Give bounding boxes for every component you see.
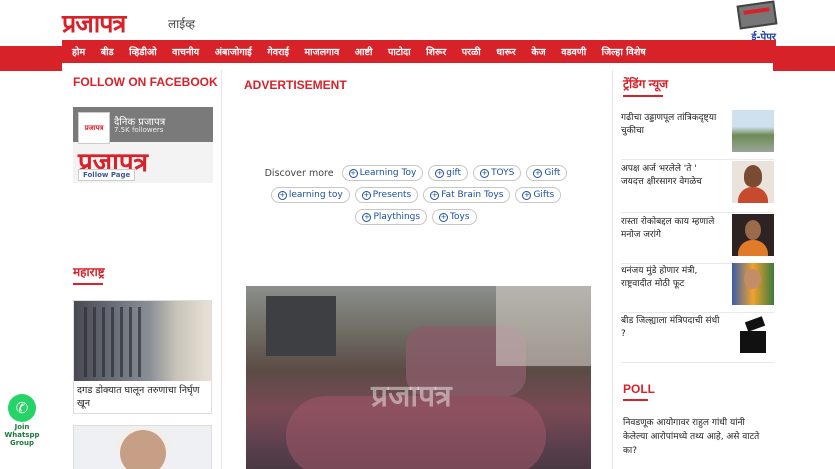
discover-chip[interactable]: + Learning Toy bbox=[341, 165, 424, 181]
plus-icon: + bbox=[430, 191, 440, 200]
nav-band-right bbox=[773, 46, 835, 71]
nav-item-home[interactable]: होम bbox=[72, 45, 85, 58]
nav-item-kej[interactable]: केज bbox=[531, 45, 545, 58]
left-column: FOLLOW ON FACEBOOK प्रजापत्र दैनिक प्रजा… bbox=[62, 70, 222, 469]
plus-icon: + bbox=[533, 169, 543, 178]
trending-headline[interactable]: गढीचा उड्डाणपूल तांत्रिकदृष्ट्या चुकीचा bbox=[621, 112, 721, 137]
trending-thumbnail[interactable] bbox=[732, 110, 774, 152]
poll-question: निवडणूक आयोगावर राहुल गांधी यांनी केलेल्… bbox=[623, 418, 760, 456]
trending-item[interactable]: धनंजय मुंडे होणार मंत्री, राष्ट्रवादीत म… bbox=[621, 263, 774, 313]
nav-item-georai[interactable]: गेवराई bbox=[267, 45, 289, 58]
plus-icon: + bbox=[435, 169, 445, 178]
discover-chip[interactable]: + gift bbox=[428, 165, 469, 181]
news-thumbnail-face bbox=[120, 430, 166, 469]
nav-item-ashti[interactable]: आष्टी bbox=[355, 45, 373, 58]
whatsapp-label[interactable]: Join Whatspp Group bbox=[4, 423, 40, 447]
plus-icon: + bbox=[362, 213, 372, 222]
advertisement-title: ADVERTISEMENT bbox=[244, 78, 347, 92]
plus-icon: + bbox=[522, 191, 532, 200]
middle-column: ADVERTISEMENT Discover more + Learning To… bbox=[226, 70, 606, 469]
photo-watermark: प्रजापत्र bbox=[371, 379, 452, 414]
nav-item-patoda[interactable]: पाटोदा bbox=[388, 45, 411, 58]
discover-chip[interactable]: + Playthings bbox=[355, 209, 428, 225]
nav-band-left bbox=[0, 46, 62, 71]
nav-item-beed[interactable]: बीड bbox=[101, 45, 114, 58]
nav-item-majalgaon[interactable]: माजलगाव bbox=[305, 45, 340, 58]
fb-follow-button[interactable]: Follow Page bbox=[78, 169, 136, 181]
plus-icon: + bbox=[361, 191, 371, 200]
discover-chip[interactable]: + Toys bbox=[432, 209, 477, 225]
facebook-section-title: FOLLOW ON FACEBOOK bbox=[73, 75, 218, 89]
nav-item-district-special[interactable]: जिल्हा विशेष bbox=[602, 45, 646, 58]
trending-headline[interactable]: अपक्ष अर्ज भरलेले 'ते ' जयदत्त क्षीरसागर… bbox=[621, 163, 721, 188]
discover-chip[interactable]: + Fat Brain Toys bbox=[423, 187, 511, 203]
header: प्रजापत्र लाईव्ह ई-पेपर bbox=[62, 0, 778, 43]
discover-label: Discover more bbox=[264, 167, 334, 179]
discover-chip[interactable]: + Gifts bbox=[515, 187, 562, 203]
trending-item[interactable]: रास्ता रोकोबद्दल काय म्हणाले मनोज जरांगे bbox=[621, 214, 774, 264]
page: प्रजापत्र लाईव्ह ई-पेपर होम बीड व्हिडीओ … bbox=[0, 0, 835, 469]
plus-icon: + bbox=[480, 169, 490, 178]
logo-subtitle: लाईव्ह bbox=[168, 17, 195, 31]
poll-section-title: POLL bbox=[623, 382, 655, 401]
nav-item-shirur[interactable]: शिरूर bbox=[426, 45, 446, 58]
plus-icon: + bbox=[348, 169, 358, 178]
plus-icon: + bbox=[439, 213, 449, 222]
trending-thumbnail[interactable] bbox=[732, 313, 774, 355]
trending-section-title: ट्रेंडिंग न्यूज bbox=[623, 75, 668, 97]
nav-item-ambajogai[interactable]: अंबाजोगाई bbox=[215, 45, 252, 58]
nav-item-readable[interactable]: वाचनीय bbox=[172, 45, 199, 58]
nav-item-parli[interactable]: परळी bbox=[462, 45, 481, 58]
news-headline[interactable]: दगड डोक्यात घालून तरुणाचा निर्घृण खून bbox=[74, 381, 211, 413]
trending-item[interactable]: गढीचा उड्डाणपूल तांत्रिकदृष्ट्या चुकीचा bbox=[621, 110, 774, 160]
discover-more-box: Discover more + Learning Toy + gift + TOYS … bbox=[236, 165, 596, 225]
discover-chip[interactable]: + TOYS bbox=[473, 165, 522, 181]
facebook-page-widget[interactable]: प्रजापत्र दैनिक प्रजापत्र 7.5K followers… bbox=[73, 107, 213, 183]
maharashtra-section-title[interactable]: महाराष्ट्र bbox=[73, 263, 105, 285]
trending-headline[interactable]: रास्ता रोकोबद्दल काय म्हणाले मनोज जरांगे bbox=[621, 216, 721, 241]
trending-item[interactable]: अपक्ष अर्ज भरलेले 'ते ' जयदत्त क्षीरसागर… bbox=[621, 161, 774, 213]
trending-thumbnail[interactable] bbox=[732, 161, 774, 203]
right-column: ट्रेंडिंग न्यूज गढीचा उड्डाणपूल तांत्रिक… bbox=[612, 70, 775, 469]
trending-item[interactable]: बीड जिल्ह्याला मंत्रिपदाची संधी ? bbox=[621, 313, 774, 363]
lead-news-photo[interactable]: प्रजापत्र bbox=[246, 286, 591, 469]
maharashtra-news-card-2[interactable] bbox=[73, 425, 212, 469]
main-nav: होम बीड व्हिडीओ वाचनीय अंबाजोगाई गेवराई … bbox=[62, 40, 776, 63]
epaper-icon[interactable] bbox=[736, 0, 778, 30]
trending-headline[interactable]: बीड जिल्ह्याला मंत्रिपदाची संधी ? bbox=[621, 315, 721, 340]
plus-icon: + bbox=[277, 191, 287, 200]
discover-chip[interactable]: + Gift bbox=[526, 165, 568, 181]
site-logo[interactable]: प्रजापत्र bbox=[62, 6, 126, 40]
trending-thumbnail[interactable] bbox=[732, 214, 774, 256]
nav-item-video[interactable]: व्हिडीओ bbox=[129, 45, 157, 58]
news-thumbnail[interactable] bbox=[74, 301, 211, 381]
maharashtra-news-card[interactable]: दगड डोक्यात घालून तरुणाचा निर्घृण खून bbox=[73, 300, 212, 414]
discover-chip[interactable]: + Presents bbox=[354, 187, 419, 203]
whatsapp-icon[interactable]: ✆ bbox=[8, 394, 36, 422]
trending-headline[interactable]: धनंजय मुंडे होणार मंत्री, राष्ट्रवादीत म… bbox=[621, 265, 721, 290]
fb-follower-count: 7.5K followers bbox=[114, 126, 164, 134]
nav-item-wadwani[interactable]: वडवणी bbox=[561, 45, 586, 58]
whatsapp-join-widget[interactable]: ✆ Join Whatspp Group bbox=[4, 394, 40, 447]
fb-page-avatar[interactable]: प्रजापत्र bbox=[78, 112, 110, 144]
nav-item-dharur[interactable]: धारूर bbox=[496, 45, 516, 58]
trending-thumbnail[interactable] bbox=[732, 263, 774, 305]
discover-chip[interactable]: + learning toy bbox=[270, 187, 350, 203]
